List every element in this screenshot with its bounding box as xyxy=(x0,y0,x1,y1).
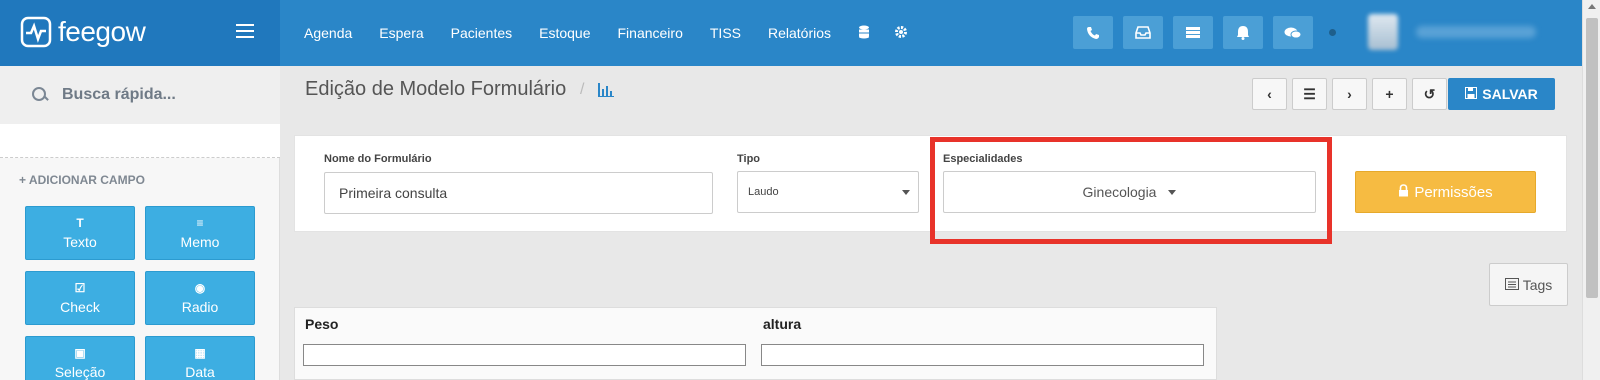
type-select[interactable]: Laudo xyxy=(737,171,919,213)
history-icon: ↺ xyxy=(1423,85,1436,102)
peso-field-label: Peso xyxy=(305,316,339,332)
add-field-label: ADICIONAR CAMPO xyxy=(28,173,145,187)
nav-item-agenda[interactable]: Agenda xyxy=(304,25,352,41)
breadcrumb-separator: / xyxy=(580,81,585,98)
add-text-field-button[interactable]: T Texto xyxy=(25,206,135,260)
heartbeat-logo-icon xyxy=(20,16,52,48)
next-button[interactable]: › xyxy=(1332,78,1367,110)
field-button-label: Texto xyxy=(63,234,97,250)
nav-item-pacientes[interactable]: Pacientes xyxy=(451,25,512,41)
add-date-field-button[interactable]: ▦ Data xyxy=(145,336,255,380)
tags-icon xyxy=(1504,277,1519,293)
type-label: Tipo xyxy=(737,153,761,165)
field-button-label: Radio xyxy=(181,299,219,315)
field-button-label: Memo xyxy=(180,234,220,250)
scroll-up-icon[interactable] xyxy=(1588,4,1596,9)
add-select-field-button[interactable]: ▣ Seleção xyxy=(25,336,135,380)
logo-area: feegow xyxy=(0,0,280,66)
bar-chart-icon[interactable] xyxy=(598,83,616,97)
database-icon[interactable] xyxy=(858,25,870,42)
sidebar: Busca rápida... + ADICIONAR CAMPO T Text… xyxy=(0,66,280,380)
text-icon: T xyxy=(76,216,84,230)
permissions-button[interactable]: Permissões xyxy=(1355,171,1536,213)
tags-button[interactable]: Tags xyxy=(1489,263,1568,306)
plus-icon: + xyxy=(1385,86,1394,102)
server-icon[interactable] xyxy=(1173,16,1213,49)
nav-item-estoque[interactable]: Estoque xyxy=(539,25,590,41)
add-check-field-button[interactable]: ☑ Check xyxy=(25,271,135,325)
nav-item-financeiro[interactable]: Financeiro xyxy=(618,25,683,41)
plus-icon: + xyxy=(19,173,27,187)
altura-field-label: altura xyxy=(763,316,802,332)
nav-item-relatorios[interactable]: Relatórios xyxy=(768,25,831,41)
lock-icon xyxy=(1398,183,1409,201)
sidebar-spacer xyxy=(0,124,280,158)
avatar[interactable] xyxy=(1368,14,1398,50)
field-button-label: Seleção xyxy=(54,364,106,380)
permissions-label: Permissões xyxy=(1414,183,1493,201)
save-button[interactable]: SALVAR xyxy=(1448,78,1555,110)
user-name-blurred[interactable] xyxy=(1416,26,1536,38)
nav-item-tiss[interactable]: TISS xyxy=(710,25,741,41)
status-indicator xyxy=(1329,29,1336,36)
chevron-left-icon: ‹ xyxy=(1267,86,1272,102)
add-field-heading: + ADICIONAR CAMPO xyxy=(19,173,145,187)
list-icon: ☰ xyxy=(1303,85,1316,102)
app-logo[interactable]: feegow xyxy=(20,16,146,48)
record-navigation: ‹ ☰ › + ↺ xyxy=(1252,78,1447,110)
type-value: Laudo xyxy=(748,186,779,198)
bell-icon[interactable] xyxy=(1223,16,1263,49)
peso-field-input[interactable] xyxy=(303,344,746,366)
page-title: Edição de Modelo Formulário xyxy=(305,78,567,100)
history-button[interactable]: ↺ xyxy=(1412,78,1447,110)
select-icon: ▣ xyxy=(74,346,86,360)
list-button[interactable]: ☰ xyxy=(1292,78,1327,110)
floppy-disk-icon xyxy=(1465,86,1478,102)
tags-label: Tags xyxy=(1522,276,1553,293)
gear-icon[interactable] xyxy=(894,25,908,42)
top-action-buttons xyxy=(1073,16,1313,49)
field-button-label: Data xyxy=(185,364,215,380)
radio-icon: ◉ xyxy=(194,281,206,295)
chat-icon[interactable] xyxy=(1273,16,1313,49)
chevron-down-icon xyxy=(902,190,910,195)
phone-icon[interactable] xyxy=(1073,16,1113,49)
add-memo-field-button[interactable]: ≡ Memo xyxy=(145,206,255,260)
lines-icon: ≡ xyxy=(196,216,204,230)
calendar-icon: ▦ xyxy=(194,346,206,360)
menu-toggle-icon[interactable] xyxy=(236,24,254,38)
add-button[interactable]: + xyxy=(1372,78,1407,110)
checkbox-icon: ☑ xyxy=(74,281,86,295)
form-name-label: Nome do Formulário xyxy=(324,153,432,165)
quick-search[interactable]: Busca rápida... xyxy=(0,66,280,124)
add-radio-field-button[interactable]: ◉ Radio xyxy=(145,271,255,325)
main-nav: Agenda Espera Pacientes Estoque Financei… xyxy=(304,0,932,66)
save-label: SALVAR xyxy=(1482,86,1538,102)
search-icon xyxy=(32,87,48,103)
form-name-input[interactable]: Primeira consulta xyxy=(324,172,713,214)
nav-item-espera[interactable]: Espera xyxy=(379,25,423,41)
search-input[interactable]: Busca rápida... xyxy=(62,86,176,104)
previous-button[interactable]: ‹ xyxy=(1252,78,1287,110)
scrollbar-thumb[interactable] xyxy=(1586,18,1598,298)
altura-field-input[interactable] xyxy=(761,344,1204,366)
logo-text: feegow xyxy=(58,16,146,47)
scrollbar[interactable] xyxy=(1582,0,1600,380)
inbox-icon[interactable] xyxy=(1123,16,1163,49)
top-navbar: feegow Agenda Espera Pacientes Estoque F… xyxy=(0,0,1600,66)
chevron-right-icon: › xyxy=(1347,86,1352,102)
field-button-label: Check xyxy=(60,299,100,315)
highlight-box xyxy=(930,137,1332,244)
